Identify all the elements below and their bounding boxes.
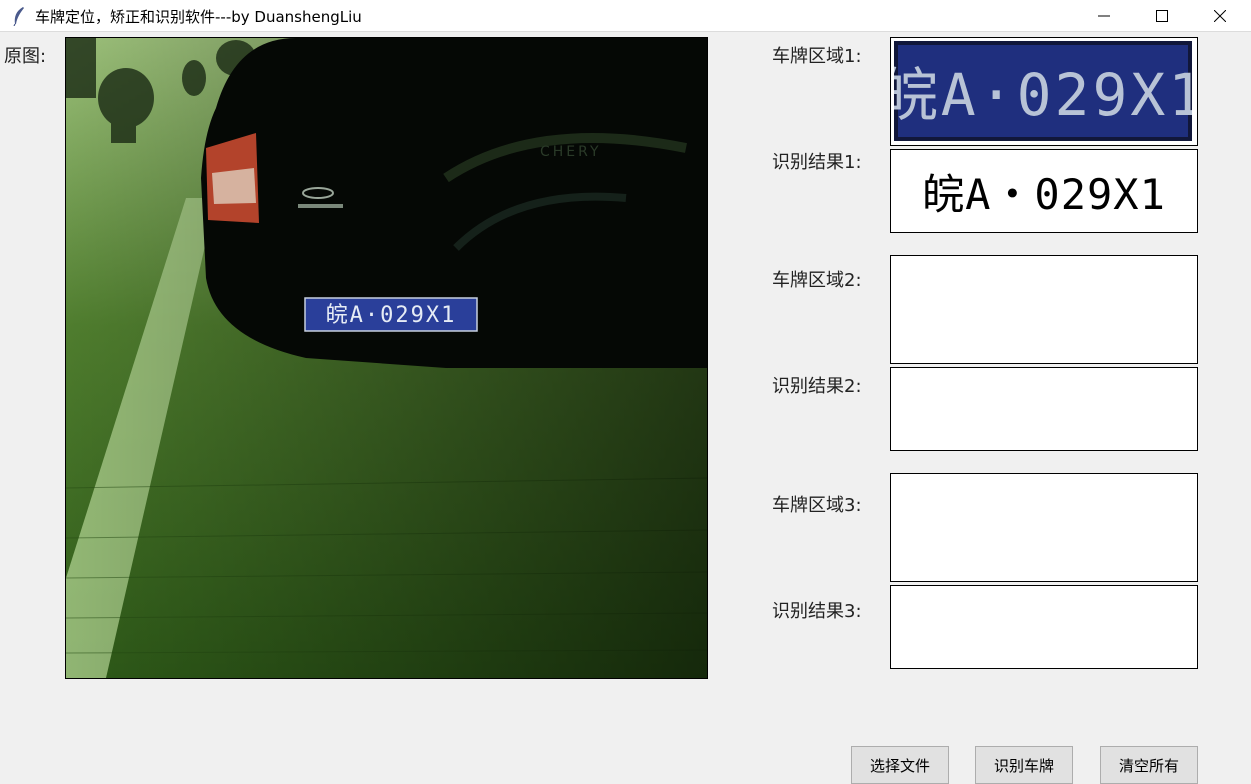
result-label-1: 识别结果1: xyxy=(772,152,862,173)
result-box-1: 皖A・029X1 xyxy=(890,149,1198,233)
minimize-icon xyxy=(1098,15,1110,16)
result-label-3: 识别结果3: xyxy=(772,601,862,622)
plate-crop-image: 皖A·029X1 xyxy=(894,41,1192,141)
maximize-icon xyxy=(1156,9,1168,22)
plate-crop-text: 皖A·029X1 xyxy=(894,61,1192,129)
result-text-2 xyxy=(891,368,1197,450)
car-brand-text: CHERY xyxy=(540,144,602,160)
plate-region-1: 皖A·029X1 xyxy=(890,37,1198,146)
original-image-label: 原图: xyxy=(4,46,47,67)
plate-region-2 xyxy=(890,255,1198,364)
title-bar: 车牌定位，矫正和识别软件---by DuanshengLiu xyxy=(0,0,1251,32)
feather-icon xyxy=(12,6,26,27)
region-label-3: 车牌区域3: xyxy=(772,495,862,516)
maximize-button[interactable] xyxy=(1133,0,1191,31)
region-label-2: 车牌区域2: xyxy=(772,270,862,291)
clear-all-button[interactable]: 清空所有 xyxy=(1100,746,1198,784)
region-label-1: 车牌区域1: xyxy=(772,46,862,67)
recognize-plate-button[interactable]: 识别车牌 xyxy=(975,746,1073,784)
plate-text: 皖A·029X1 xyxy=(326,303,457,328)
result-text-1: 皖A・029X1 xyxy=(922,169,1166,219)
result-box-2 xyxy=(890,367,1198,451)
license-plate: 皖A·029X1 xyxy=(304,297,478,332)
result-text-3 xyxy=(891,586,1197,668)
close-button[interactable] xyxy=(1191,0,1249,31)
select-file-button[interactable]: 选择文件 xyxy=(851,746,949,784)
minimize-button[interactable] xyxy=(1075,0,1133,31)
window-title: 车牌定位，矫正和识别软件---by DuanshengLiu xyxy=(35,8,362,26)
close-icon xyxy=(1214,9,1226,22)
original-image: CHERY 皖A·029X1 xyxy=(65,37,708,679)
result-box-3 xyxy=(890,585,1198,669)
result-label-2: 识别结果2: xyxy=(772,376,862,397)
plate-region-3 xyxy=(890,473,1198,582)
